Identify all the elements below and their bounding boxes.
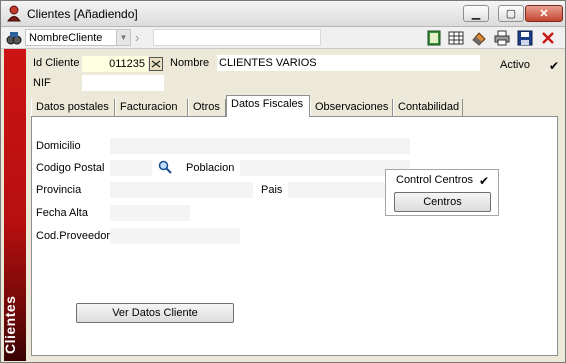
domicilio-field[interactable] — [110, 138, 410, 154]
tab-datos-fiscales[interactable]: Datos Fiscales — [226, 95, 310, 117]
maximize-button[interactable]: ▢ — [498, 5, 524, 22]
chevron-right-icon[interactable]: › — [135, 30, 139, 45]
id-cliente-field[interactable]: 011235 — [82, 56, 148, 72]
search-input[interactable] — [153, 29, 321, 46]
tab-contabilidad[interactable]: Contabilidad — [393, 99, 463, 117]
id-cliente-label: Id Cliente — [33, 57, 80, 69]
provincia-field[interactable] — [110, 182, 253, 198]
codigo-postal-label: Codigo Postal — [36, 162, 105, 174]
fecha-alta-field[interactable] — [110, 205, 190, 221]
title-bar[interactable]: Clientes [Añadiendo] ▁ ▢ ✕ — [1, 1, 565, 27]
pais-label: Pais — [261, 184, 283, 196]
cod-proveedor-field[interactable] — [110, 228, 240, 244]
save-icon[interactable] — [517, 30, 533, 46]
minimize-button[interactable]: ▁ — [463, 5, 489, 22]
nif-field[interactable] — [82, 75, 164, 91]
main-area: Id Cliente 011235 Nombre CLIENTES VARIOS… — [26, 49, 565, 361]
module-sidebar: Clientes — [2, 49, 26, 361]
search-field-combo[interactable]: NombreCliente ▼ — [25, 29, 131, 46]
fiscal-panel: Domicilio Codigo Postal Poblacion Provin… — [31, 116, 558, 356]
printer-icon[interactable] — [494, 30, 510, 46]
provincia-label: Provincia — [36, 184, 82, 196]
search-icon[interactable] — [158, 160, 172, 174]
search-field-value: NombreCliente — [29, 32, 103, 44]
centros-button[interactable]: Centros — [394, 192, 491, 212]
poblacion-label: Poblacion — [186, 162, 235, 174]
calculator-icon[interactable] — [149, 57, 163, 71]
toolbar: NombreCliente ▼ › — [1, 27, 565, 49]
minimize-icon: ▁ — [471, 8, 481, 20]
delete-icon[interactable] — [540, 30, 556, 46]
nif-label: NIF — [33, 77, 51, 89]
activo-checkbox[interactable]: ✔ — [549, 59, 559, 73]
sidebar-label: Clientes — [2, 295, 18, 354]
table-icon[interactable] — [448, 30, 464, 46]
eraser-icon[interactable] — [471, 30, 487, 46]
close-button[interactable]: ✕ — [525, 5, 563, 22]
tab-datos-postales[interactable]: Datos postales — [31, 99, 115, 117]
close-icon: ✕ — [539, 8, 549, 20]
activo-label: Activo — [500, 59, 530, 71]
tab-facturacion[interactable]: Facturacion — [115, 99, 188, 117]
clientes-window: Clientes [Añadiendo] ▁ ▢ ✕ NombreCliente… — [0, 0, 566, 363]
domicilio-label: Domicilio — [36, 140, 81, 152]
notebook-icon[interactable] — [426, 30, 442, 46]
cod-proveedor-label: Cod.Proveedor — [36, 230, 110, 242]
ver-datos-cliente-button[interactable]: Ver Datos Cliente — [76, 303, 234, 323]
tab-otros[interactable]: Otros — [188, 99, 226, 117]
binoculars-icon[interactable] — [6, 30, 22, 46]
window-title: Clientes [Añadiendo] — [27, 7, 138, 21]
maximize-icon: ▢ — [505, 8, 517, 20]
chevron-down-icon[interactable]: ▼ — [116, 30, 130, 45]
fecha-alta-label: Fecha Alta — [36, 207, 88, 219]
control-centros-group: Control Centros ✔ Centros — [385, 169, 499, 216]
control-centros-label: Control Centros — [396, 174, 474, 186]
codigo-postal-field[interactable] — [110, 160, 152, 176]
control-centros-checkbox[interactable]: ✔ — [479, 174, 489, 188]
tab-observaciones[interactable]: Observaciones — [310, 99, 393, 117]
nombre-field[interactable]: CLIENTES VARIOS — [217, 55, 480, 71]
user-app-icon — [7, 5, 21, 22]
nombre-label: Nombre — [170, 57, 210, 69]
